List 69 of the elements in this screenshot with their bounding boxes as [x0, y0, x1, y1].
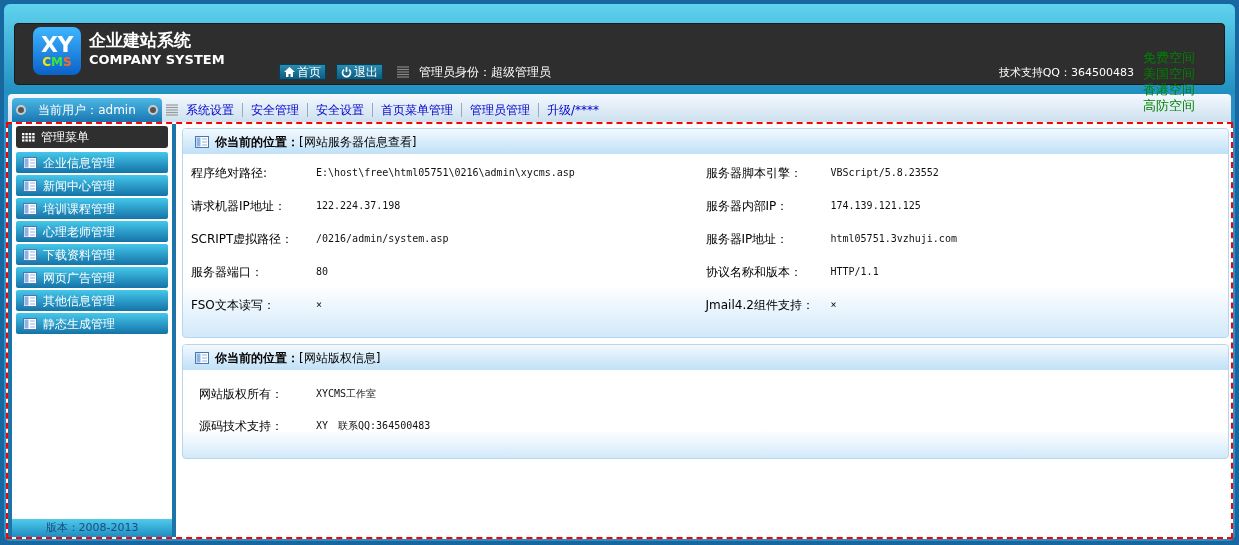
app-title: 企业建站系统	[89, 32, 192, 49]
field-label: 程序绝对路径:	[191, 164, 269, 182]
home-icon	[284, 67, 295, 77]
field-label: FSO文本读写：	[191, 296, 276, 314]
ad-link[interactable]: 美国空间	[1143, 66, 1195, 82]
field-label: 源码技术支持：	[199, 417, 284, 435]
location-label: 你当前的位置：	[215, 133, 299, 151]
list-icon	[166, 103, 178, 117]
field-value: XYCMS工作室	[316, 387, 377, 401]
book-icon	[23, 294, 37, 307]
field-value: VBScript/5.8.23552	[830, 166, 939, 180]
book-icon	[23, 156, 37, 169]
field-value: 80	[316, 265, 329, 279]
field-label: 协议名称和版本：	[705, 263, 803, 281]
menu-item[interactable]: 下载资料管理	[16, 244, 168, 265]
version-bar: 版本：2008-2013	[12, 519, 172, 537]
logo-icon: XY CMS	[33, 27, 81, 75]
nav-link[interactable]: 系统设置	[186, 101, 234, 119]
menu-item[interactable]: 网页广告管理	[16, 267, 168, 288]
nav-link[interactable]: 首页菜单管理	[381, 101, 453, 119]
book-icon	[23, 179, 37, 192]
ad-link[interactable]: 免费空间	[1143, 50, 1195, 66]
power-icon	[341, 66, 352, 78]
field-label: 请求机器IP地址：	[191, 197, 287, 215]
field-label: 服务器脚本引擎：	[705, 164, 803, 182]
field-value: ×	[316, 298, 323, 312]
field-label: Jmail4.2组件支持：	[705, 296, 815, 314]
tech-support: 技术支持QQ：364500483	[998, 64, 1134, 81]
menu-item[interactable]: 心理老师管理	[16, 221, 168, 242]
location-label: 你当前的位置：	[215, 349, 299, 367]
menu-item[interactable]: 新闻中心管理	[16, 175, 168, 196]
field-label: 网站版权所有：	[199, 385, 284, 403]
field-value: E:\host\free\html05751\0216\admin\xycms.asp	[316, 166, 575, 180]
menu-title-bar: 管理菜单	[16, 126, 168, 148]
nav-link[interactable]: 升级/****	[547, 101, 600, 119]
book-icon	[195, 135, 209, 148]
field-value: HTTP/1.1	[830, 265, 879, 279]
app-subtitle: COMPANY SYSTEM	[89, 53, 225, 66]
book-icon	[23, 271, 37, 284]
field-value: html05751.3vzhuji.com	[830, 232, 957, 246]
ad-link[interactable]: 高防空间	[1143, 98, 1195, 114]
menu-item[interactable]: 培训课程管理	[16, 198, 168, 219]
menu-item[interactable]: 企业信息管理	[16, 152, 168, 173]
book-icon	[23, 317, 37, 330]
list-icon	[397, 66, 409, 78]
field-value: ×	[830, 298, 837, 312]
field-label: 服务器IP地址：	[705, 230, 790, 248]
book-icon	[23, 202, 37, 215]
nav-link[interactable]: 安全管理	[251, 101, 299, 119]
field-label: SCRIPT虚拟路径：	[191, 230, 295, 248]
logout-button[interactable]: 退出	[336, 64, 383, 80]
field-value: 122.224.37.198	[316, 199, 401, 213]
book-icon	[195, 351, 209, 364]
field-value: XY 联系QQ:364500483	[316, 419, 431, 433]
nav-link[interactable]: 安全设置	[316, 101, 364, 119]
location-path: [网站服务器信息查看]	[299, 133, 417, 151]
field-label: 服务器内部IP：	[705, 197, 790, 215]
field-value: /0216/admin/system.asp	[316, 232, 449, 246]
grid-icon	[22, 132, 35, 142]
nav-link[interactable]: 管理员管理	[470, 101, 530, 119]
location-path: [网站版权信息]	[299, 349, 381, 367]
book-icon	[23, 248, 37, 261]
menu-item[interactable]: 静态生成管理	[16, 313, 168, 334]
home-button[interactable]: 首页	[279, 64, 326, 80]
field-value: 174.139.121.125	[830, 199, 921, 213]
admin-role: 管理员身份：超级管理员	[419, 64, 551, 81]
menu-item[interactable]: 其他信息管理	[16, 290, 168, 311]
field-label: 服务器端口：	[191, 263, 264, 281]
book-icon	[23, 225, 37, 238]
